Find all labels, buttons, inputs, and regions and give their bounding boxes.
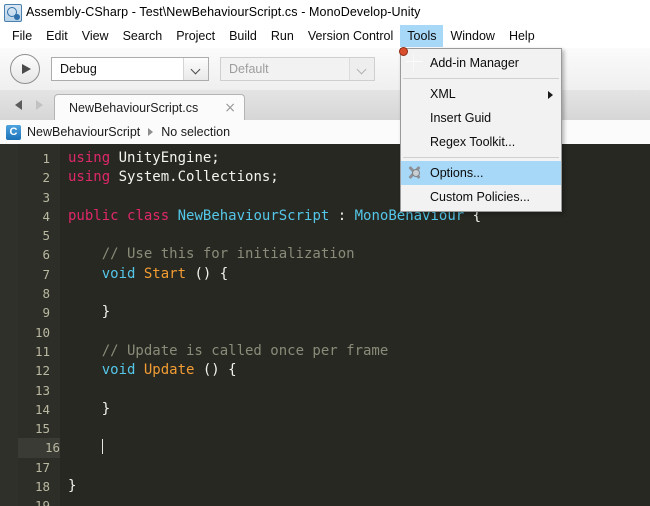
code-row[interactable]: 7 void Start () {	[0, 265, 650, 284]
menubar-item-window[interactable]: Window	[443, 25, 501, 47]
code-text	[68, 438, 103, 457]
tools-menu-item-options[interactable]: Options...	[401, 161, 561, 185]
code-text: }	[68, 304, 111, 321]
title-bar: Assembly-CSharp - Test\NewBehaviourScrip…	[0, 0, 650, 24]
submenu-arrow-icon	[548, 91, 553, 99]
line-number: 8	[42, 286, 50, 302]
code-text: void Update () {	[101, 362, 237, 379]
menu-bar: File Edit View Search Project Build Run Version…	[0, 24, 650, 48]
menu-item-label: Add-in Manager	[430, 56, 519, 70]
code-row[interactable]: 6 // Use this for initialization	[0, 245, 650, 264]
code-text: // Use this for initialization	[68, 246, 355, 263]
menu-item-label: XML	[430, 87, 456, 101]
menu-item-label: Custom Policies...	[430, 190, 531, 204]
breadcrumb-class[interactable]: NewBehaviourScript	[27, 125, 140, 139]
line-number: 5	[42, 228, 50, 244]
menubar-item-help[interactable]: Help	[502, 25, 542, 47]
breadcrumb-selection[interactable]: No selection	[161, 125, 230, 139]
code-text: // Update is called once per frame	[68, 342, 389, 359]
chevron-down-icon	[358, 65, 366, 73]
menubar-item-project[interactable]: Project	[169, 25, 222, 47]
menubar-item-edit[interactable]: Edit	[39, 25, 75, 47]
back-arrow-icon[interactable]	[15, 100, 22, 110]
code-row[interactable]: 5	[0, 226, 650, 245]
run-button[interactable]	[10, 54, 40, 84]
editor-tab[interactable]: NewBehaviourScript.cs ×	[54, 94, 245, 120]
configuration-dropdown[interactable]: Debug	[51, 57, 209, 81]
menubar-item-tools[interactable]: Tools	[400, 25, 444, 47]
runtime-dropdown-arrow[interactable]	[349, 58, 374, 80]
forward-arrow-icon	[36, 100, 43, 110]
tools-menu-item-xml[interactable]: XML	[401, 82, 561, 106]
menu-item-label: Regex Toolkit...	[430, 135, 516, 149]
menubar-item-build[interactable]: Build	[222, 25, 264, 47]
code-row[interactable]: 11 // Update is called once per frame	[0, 342, 650, 361]
menubar-item-run[interactable]: Run	[264, 25, 301, 47]
line-number: 10	[34, 324, 50, 340]
menubar-item-file[interactable]: File	[5, 25, 39, 47]
menu-item-label: Insert Guid	[430, 111, 492, 125]
play-icon	[22, 64, 31, 74]
menu-item-label: Options...	[430, 166, 484, 180]
class-icon: C	[6, 124, 21, 140]
code-row[interactable]: 13	[0, 381, 650, 400]
code-row[interactable]: 9 }	[0, 303, 650, 322]
globe-icon	[399, 46, 424, 72]
menubar-item-search[interactable]: Search	[116, 25, 170, 47]
code-row[interactable]: 17	[0, 458, 650, 477]
configuration-dropdown-arrow[interactable]	[183, 58, 208, 80]
code-row[interactable]: 18}	[0, 477, 650, 496]
chevron-down-icon	[192, 65, 200, 73]
line-number: 16	[18, 438, 60, 458]
line-number: 9	[42, 305, 50, 321]
line-number: 6	[42, 247, 50, 263]
window-title: Assembly-CSharp - Test\NewBehaviourScrip…	[26, 5, 421, 19]
line-number: 1	[42, 151, 50, 166]
line-number: 2	[42, 170, 50, 186]
breadcrumb-separator-icon	[148, 128, 154, 136]
code-row[interactable]: 12 void Update () {	[0, 361, 650, 380]
tools-menu-item-custom-policies[interactable]: Custom Policies...	[401, 185, 561, 209]
line-number: 18	[34, 479, 50, 495]
code-row[interactable]: 16	[0, 438, 650, 458]
line-number: 19	[34, 498, 50, 506]
line-number: 17	[34, 459, 50, 475]
monodevelop-window: Assembly-CSharp - Test\NewBehaviourScrip…	[0, 0, 650, 506]
line-number: 13	[34, 382, 50, 398]
runtime-value: Default	[229, 62, 269, 76]
code-row[interactable]: 15	[0, 419, 650, 438]
code-row[interactable]: 14 }	[0, 400, 650, 419]
code-row[interactable]: 10	[0, 323, 650, 342]
code-row[interactable]: 19	[0, 496, 650, 506]
code-text: }	[68, 478, 77, 495]
code-text: }	[68, 400, 111, 417]
tools-menu-item-add-in-manager[interactable]: Add-in Manager	[399, 46, 561, 75]
line-number: 12	[34, 363, 50, 379]
tools-menu[interactable]: Add-in Manager XML Insert Guid Regex Toolki…	[399, 46, 562, 212]
close-icon[interactable]: ×	[224, 101, 236, 115]
tools-menu-item-regex-toolkit[interactable]: Regex Toolkit...	[401, 130, 561, 154]
configuration-value: Debug	[60, 62, 97, 76]
code-text: using UnityEngine;	[68, 150, 220, 166]
text-cursor	[101, 439, 103, 455]
menu-separator	[403, 157, 559, 158]
code-text: void Start () {	[101, 265, 229, 282]
line-number: 4	[42, 208, 50, 224]
monodevelop-icon	[4, 4, 22, 22]
line-number: 7	[42, 266, 50, 282]
tab-label: NewBehaviourScript.cs	[69, 100, 199, 115]
menu-separator	[403, 78, 559, 79]
code-row[interactable]: 8	[0, 284, 650, 303]
gear-icon	[407, 165, 424, 182]
tab-nav-arrows	[0, 90, 52, 120]
line-number: 14	[34, 401, 50, 417]
menubar-item-view[interactable]: View	[75, 25, 116, 47]
runtime-dropdown[interactable]: Default	[220, 57, 375, 81]
menubar-item-version-control[interactable]: Version Control	[301, 25, 400, 47]
line-number: 15	[34, 421, 50, 437]
code-text: using System.Collections;	[68, 169, 279, 186]
tools-menu-item-insert-guid[interactable]: Insert Guid	[401, 106, 561, 130]
line-number: 11	[34, 343, 50, 359]
line-number: 3	[42, 189, 50, 205]
